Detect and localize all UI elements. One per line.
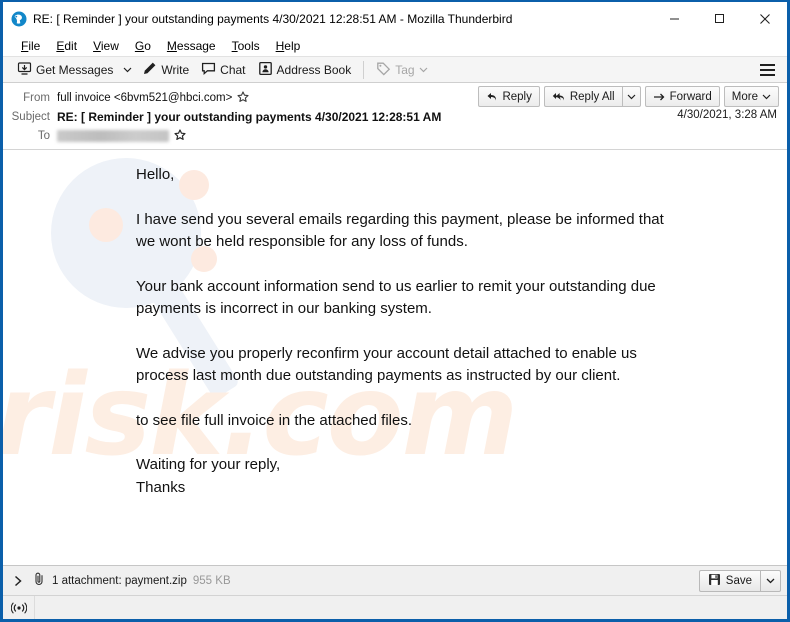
from-value-group: full invoice <6bvm521@hbci.com> bbox=[57, 90, 249, 105]
reply-all-button[interactable]: Reply All bbox=[543, 86, 622, 107]
from-value[interactable]: full invoice <6bvm521@hbci.com> bbox=[57, 92, 232, 104]
tag-icon bbox=[376, 61, 391, 79]
attachment-bar: 1 attachment: payment.zip 955 KB Save bbox=[3, 565, 787, 595]
attachment-size: 955 KB bbox=[192, 574, 231, 587]
attachment-info[interactable]: 1 attachment: payment.zip 955 KB bbox=[33, 572, 231, 589]
forward-button[interactable]: Forward bbox=[644, 86, 720, 107]
body-paragraph: I have send you several emails regarding… bbox=[136, 210, 664, 251]
write-button[interactable]: Write bbox=[136, 59, 195, 81]
menu-item-view[interactable]: View bbox=[85, 37, 127, 55]
get-messages-label: Get Messages bbox=[36, 62, 114, 77]
maximize-button[interactable] bbox=[697, 3, 742, 34]
chat-button[interactable]: Chat bbox=[195, 59, 251, 81]
minimize-button[interactable] bbox=[652, 3, 697, 34]
close-button[interactable] bbox=[742, 3, 787, 34]
reply-all-arrow-icon bbox=[552, 92, 564, 100]
body-paragraph: to see file full invoice in the attached… bbox=[136, 411, 412, 429]
address-book-label: Address Book bbox=[276, 62, 352, 77]
menu-item-go[interactable]: Go bbox=[127, 37, 159, 55]
chat-label: Chat bbox=[220, 62, 246, 77]
to-row: To bbox=[11, 126, 779, 145]
chat-bubble-icon bbox=[201, 61, 216, 79]
toolbar-separator bbox=[363, 60, 365, 79]
forward-label: Forward bbox=[669, 90, 712, 103]
message-body-text: Hello, I have send you several emails re… bbox=[3, 150, 787, 499]
menu-item-help[interactable]: Help bbox=[268, 37, 309, 55]
floppy-disk-icon bbox=[708, 573, 721, 589]
reply-button[interactable]: Reply bbox=[478, 86, 540, 107]
to-value-redacted bbox=[57, 129, 169, 142]
message-header: Reply Reply All Forward More From full i… bbox=[3, 83, 787, 150]
title-bar: RE: [ Reminder ] your outstanding paymen… bbox=[3, 2, 787, 35]
reply-label: Reply bbox=[502, 90, 532, 103]
body-paragraph: We advise you properly reconfirm your ac… bbox=[136, 344, 637, 385]
body-paragraph: Hello, bbox=[136, 166, 175, 183]
message-actions: Reply Reply All Forward More bbox=[478, 86, 779, 107]
reply-all-label: Reply All bbox=[569, 90, 615, 103]
reply-all-dropdown[interactable] bbox=[621, 86, 641, 107]
star-outline-icon[interactable] bbox=[237, 90, 249, 105]
menu-item-tools[interactable]: Tools bbox=[224, 37, 268, 55]
reply-all-split: Reply All bbox=[543, 86, 641, 107]
menu-item-edit[interactable]: Edit bbox=[48, 37, 85, 55]
body-signature: Waiting for your reply, Thanks bbox=[136, 456, 281, 496]
subject-label: Subject bbox=[11, 110, 50, 123]
broadcast-icon[interactable] bbox=[3, 596, 35, 619]
forward-arrow-icon bbox=[653, 93, 665, 100]
get-messages-dropdown[interactable] bbox=[119, 59, 136, 81]
address-book-icon bbox=[258, 61, 273, 79]
hamburger-icon[interactable] bbox=[754, 60, 781, 80]
chevron-down-icon bbox=[762, 94, 771, 100]
save-split-button: Save bbox=[698, 569, 781, 592]
tag-dropdown-icon bbox=[419, 63, 428, 77]
tag-button[interactable]: Tag bbox=[370, 59, 433, 81]
pencil-icon bbox=[142, 61, 157, 79]
from-label: From bbox=[23, 91, 50, 104]
menu-item-message[interactable]: Message bbox=[159, 37, 224, 55]
get-messages-button[interactable]: Get Messages bbox=[11, 59, 119, 81]
status-bar bbox=[3, 595, 787, 619]
tag-label: Tag bbox=[395, 62, 415, 77]
save-dropdown[interactable] bbox=[760, 569, 781, 592]
write-label: Write bbox=[161, 62, 190, 77]
save-button[interactable]: Save bbox=[698, 569, 760, 592]
chevron-right-icon[interactable] bbox=[9, 571, 27, 591]
more-label: More bbox=[731, 90, 758, 103]
main-toolbar: Get Messages Write Chat Address Book Tag bbox=[3, 57, 787, 83]
message-date: 4/30/2021, 3:28 AM bbox=[677, 109, 777, 121]
to-label: To bbox=[37, 129, 50, 142]
thunderbird-icon bbox=[11, 11, 27, 27]
menu-item-file[interactable]: File bbox=[13, 37, 48, 55]
star-outline-icon[interactable] bbox=[174, 128, 186, 143]
attachment-summary: 1 attachment: payment.zip bbox=[52, 574, 187, 587]
paperclip-icon bbox=[33, 572, 46, 589]
more-button[interactable]: More bbox=[723, 86, 779, 107]
window-title: RE: [ Reminder ] your outstanding paymen… bbox=[33, 11, 513, 26]
save-label: Save bbox=[725, 574, 752, 587]
thunderbird-window: RE: [ Reminder ] your outstanding paymen… bbox=[0, 0, 790, 622]
address-book-button[interactable]: Address Book bbox=[252, 59, 358, 81]
reply-arrow-icon bbox=[487, 92, 497, 100]
subject-row: Subject RE: [ Reminder ] your outstandin… bbox=[11, 107, 779, 126]
to-value-group bbox=[57, 128, 186, 143]
message-body: risk.com Hello, I have send you several … bbox=[3, 150, 787, 565]
subject-value: RE: [ Reminder ] your outstanding paymen… bbox=[57, 109, 442, 124]
download-tray-icon bbox=[17, 61, 32, 79]
menu-bar: File Edit View Go Message Tools Help bbox=[3, 35, 787, 57]
body-paragraph: Your bank account information send to us… bbox=[136, 277, 656, 318]
